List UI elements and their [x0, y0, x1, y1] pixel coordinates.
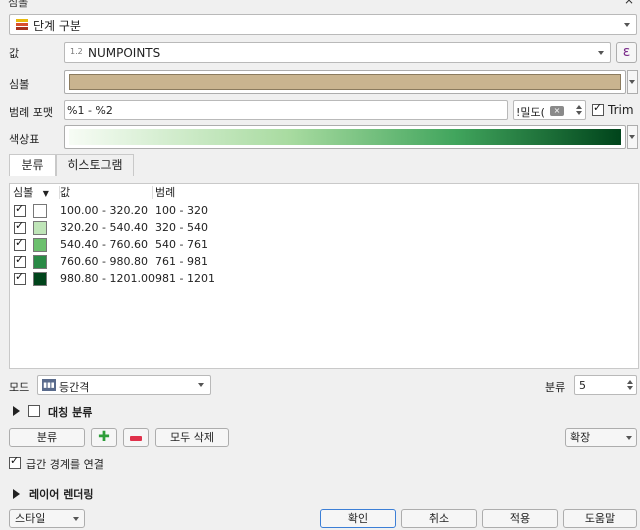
classes-count-label: 분류 — [545, 381, 566, 394]
layer-rendering-label[interactable]: 레이어 렌더링 — [29, 486, 94, 502]
chevron-down-icon — [629, 80, 635, 84]
trim-checkbox[interactable] — [592, 101, 604, 116]
close-icon[interactable]: × — [624, 0, 634, 7]
color-ramp-preview — [69, 129, 621, 145]
chevron-down-icon — [73, 516, 79, 521]
classes-table[interactable]: 심볼 ▼ 값 범례 100.00 - 320.20100 - 320320.20… — [9, 183, 639, 369]
advanced-button-label: 확장 — [570, 431, 591, 444]
clear-icon[interactable]: × — [550, 106, 564, 116]
row-value[interactable]: 760.60 - 980.80 — [60, 254, 148, 270]
row-visibility-checkbox[interactable] — [14, 270, 26, 285]
equal-interval-icon: ▮▮▮ — [42, 379, 56, 391]
row-visibility-checkbox[interactable] — [14, 236, 26, 251]
symbol-button[interactable] — [64, 70, 626, 94]
precision-value: !밀도( — [516, 106, 545, 119]
table-row[interactable]: 540.40 - 760.60 540 - 761 — [10, 236, 638, 254]
legend-format-label: 범례 포맷 — [9, 106, 53, 119]
row-legend[interactable]: 100 - 320 — [155, 203, 208, 219]
ok-button[interactable]: 확인 — [320, 509, 396, 528]
add-class-button[interactable]: ✚ — [91, 428, 117, 447]
table-row[interactable]: 320.20 - 540.40 320 - 540 — [10, 219, 638, 237]
row-symbol-swatch[interactable] — [33, 255, 47, 269]
color-ramp-button[interactable] — [64, 125, 626, 149]
mode-select[interactable]: ▮▮▮ 등간격 — [37, 375, 211, 395]
field-type-prefix: 1.2 — [70, 47, 83, 56]
column-header-symbol[interactable]: 심볼 ▼ — [13, 184, 59, 201]
mode-select-label: 등간격 — [59, 381, 90, 394]
symbol-color-swatch — [69, 74, 621, 90]
row-value[interactable]: 980.80 - 1201.00 — [60, 271, 155, 287]
chevron-down-icon — [198, 383, 204, 387]
chevron-down-icon — [624, 22, 630, 27]
chevron-down-icon — [598, 50, 604, 55]
classify-button[interactable]: 분류 — [9, 428, 85, 447]
tab-histogram[interactable]: 히스토그램 — [56, 154, 134, 176]
advanced-button[interactable]: 확장 — [565, 428, 637, 447]
style-button[interactable]: 스타일 — [9, 509, 85, 528]
row-symbol-swatch[interactable] — [33, 272, 47, 286]
tab-classify[interactable]: 분류 — [9, 154, 56, 176]
expression-icon: ε — [622, 44, 631, 60]
help-button[interactable]: 도움말 — [563, 509, 637, 528]
row-value[interactable]: 320.20 - 540.40 — [60, 220, 148, 236]
classes-count-value: 5 — [579, 379, 586, 392]
row-visibility-checkbox[interactable] — [14, 253, 26, 268]
table-row[interactable]: 760.60 - 980.80 761 - 981 — [10, 253, 638, 271]
trim-label: Trim — [608, 103, 634, 117]
legend-format-value: %1 - %2 — [67, 104, 113, 117]
column-header-value[interactable]: 값 — [60, 184, 152, 201]
row-symbol-swatch[interactable] — [33, 238, 47, 252]
precision-spinbox[interactable]: !밀도( × — [513, 100, 586, 120]
symbol-dropdown[interactable] — [627, 70, 638, 94]
spin-arrows-icon[interactable] — [626, 378, 634, 393]
symbol-label: 심볼 — [9, 78, 30, 91]
chevron-down-icon — [626, 435, 632, 440]
minus-icon — [130, 436, 142, 441]
row-value[interactable]: 540.40 - 760.60 — [60, 237, 148, 253]
value-field-select[interactable]: 1.2 NUMPOINTS — [64, 42, 611, 63]
delete-all-button[interactable]: 모두 삭제 — [155, 428, 229, 447]
row-visibility-checkbox[interactable] — [14, 202, 26, 217]
table-row[interactable]: 100.00 - 320.20 100 - 320 — [10, 202, 638, 220]
remove-class-button[interactable] — [123, 428, 149, 447]
classes-count-spinbox[interactable]: 5 — [574, 375, 637, 395]
header-divider — [152, 186, 153, 199]
link-boundaries-checkbox[interactable] — [9, 454, 21, 469]
apply-button[interactable]: 적용 — [482, 509, 558, 528]
symmetric-checkbox[interactable] — [28, 405, 40, 417]
row-symbol-swatch[interactable] — [33, 204, 47, 218]
row-legend[interactable]: 540 - 761 — [155, 237, 208, 253]
expand-arrow-icon[interactable] — [13, 489, 20, 499]
renderer-select-label: 단계 구분 — [33, 19, 81, 33]
mode-label: 모드 — [9, 381, 30, 394]
window-title: 심볼 — [8, 0, 29, 9]
expression-button[interactable]: ε — [616, 42, 637, 63]
row-value[interactable]: 100.00 - 320.20 — [60, 203, 148, 219]
plus-icon: ✚ — [98, 429, 110, 445]
spin-arrows-icon[interactable] — [575, 103, 583, 118]
renderer-select[interactable]: 단계 구분 — [9, 14, 637, 35]
value-field-name: NUMPOINTS — [88, 46, 161, 60]
style-button-label: 스타일 — [15, 512, 46, 525]
column-header-legend[interactable]: 범례 — [155, 184, 355, 201]
table-row[interactable]: 980.80 - 1201.00981 - 1201 — [10, 270, 638, 288]
row-legend[interactable]: 320 - 540 — [155, 220, 208, 236]
sort-indicator-icon: ▼ — [42, 189, 49, 198]
cancel-button[interactable]: 취소 — [401, 509, 477, 528]
color-ramp-label: 색상표 — [9, 133, 40, 146]
graduated-renderer-icon — [16, 19, 28, 31]
value-label: 값 — [9, 47, 20, 60]
row-visibility-checkbox[interactable] — [14, 219, 26, 234]
expand-arrow-icon[interactable] — [13, 406, 20, 416]
color-ramp-dropdown[interactable] — [627, 125, 638, 149]
row-symbol-swatch[interactable] — [33, 221, 47, 235]
column-header-symbol-label: 심볼 — [13, 186, 34, 199]
row-legend[interactable]: 761 - 981 — [155, 254, 208, 270]
symmetric-label: 대칭 분류 — [48, 406, 93, 419]
row-legend[interactable]: 981 - 1201 — [155, 271, 215, 287]
legend-format-input[interactable]: %1 - %2 — [64, 100, 508, 120]
link-boundaries-label: 급간 경계를 연결 — [26, 458, 104, 471]
chevron-down-icon — [629, 135, 635, 139]
